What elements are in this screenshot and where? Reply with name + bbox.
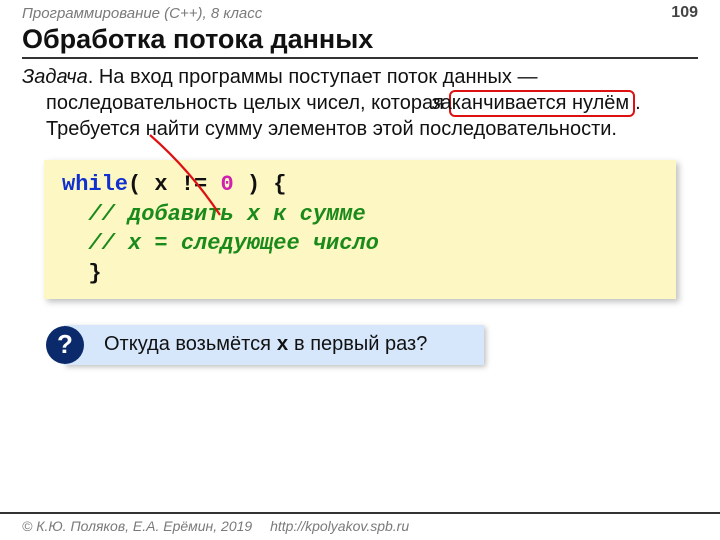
highlight-ends-with-zero: заканчивается нулём <box>449 90 635 117</box>
code-cond-close: ) { <box>234 172 287 197</box>
slide-footer: © К.Ю. Поляков, Е.А. Ерёмин, 2019 http:/… <box>0 512 720 540</box>
code-cond-open: ( x != <box>128 172 220 197</box>
task-label: Задача <box>22 66 88 88</box>
page-number: 109 <box>671 4 698 22</box>
code-block: while( x != 0 ) { // добавить x к сумме … <box>44 160 676 299</box>
code-comment-2: // x = следующее число <box>88 231 378 256</box>
code-comment-1: // добавить x к сумме <box>88 202 365 227</box>
code-zero: 0 <box>220 172 233 197</box>
footer-copyright: © К.Ю. Поляков, Е.А. Ерёмин, 2019 <box>22 518 252 534</box>
task-paragraph: Задача. На вход программы поступает пото… <box>0 65 720 142</box>
course-name: Программирование (C++), 8 класс <box>22 5 262 22</box>
footer-url: http://kpolyakov.spb.ru <box>270 518 409 534</box>
page-title: Обработка потока данных <box>22 24 698 59</box>
question-text-2: в первый раз? <box>288 333 427 355</box>
question-text-1: Откуда возьмётся <box>104 333 276 355</box>
code-brace: } <box>88 261 101 286</box>
question-callout: ? Откуда возьмётся x в первый раз? <box>64 325 484 365</box>
question-x: x <box>276 334 288 357</box>
kw-while: while <box>62 172 128 197</box>
slide-header: Программирование (C++), 8 класс 109 <box>0 0 720 24</box>
question-mark-icon: ? <box>46 326 84 364</box>
